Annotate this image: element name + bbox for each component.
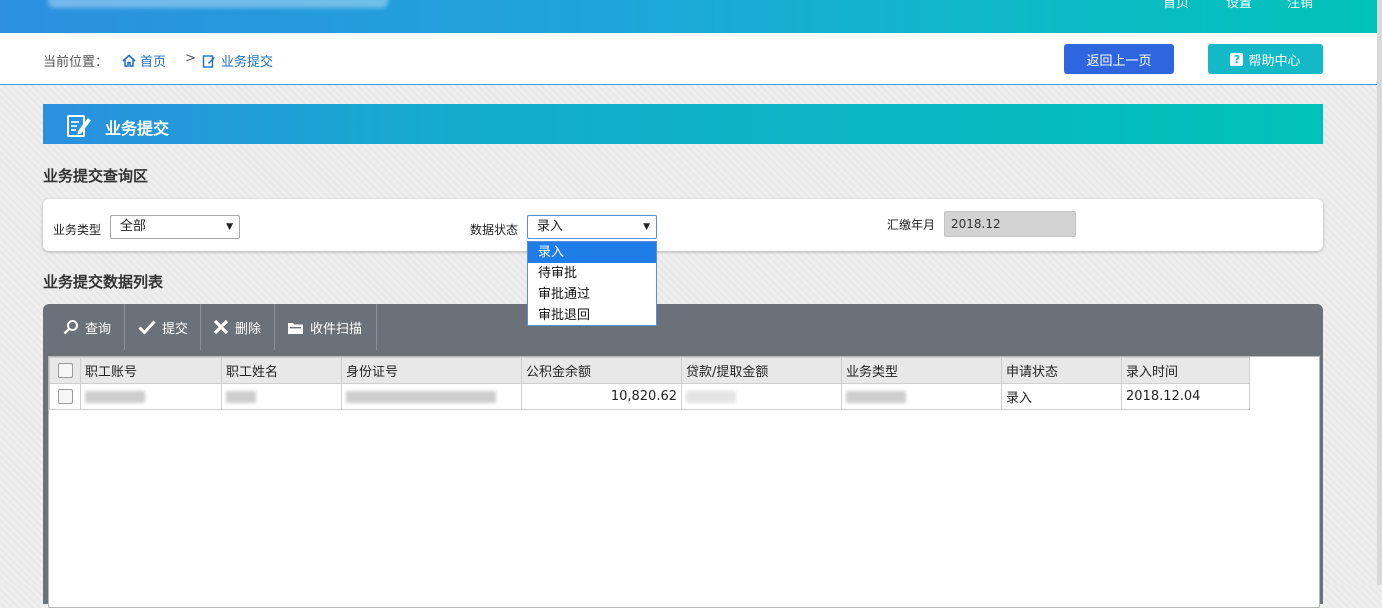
row-checkbox[interactable] xyxy=(57,389,73,404)
column-header[interactable]: 业务类型 xyxy=(841,357,1002,384)
help-icon: ? xyxy=(1230,52,1244,66)
panel-header: 业务提交 xyxy=(43,104,1323,144)
data-status-value: 录入 xyxy=(537,219,564,234)
query-button[interactable]: 查询 xyxy=(43,304,125,350)
delete-button-label: 删除 xyxy=(235,321,262,337)
table-header-row: 职工账号 职工姓名 身份证号 公积金余额 贷款/提取金额 业务类型 申请状态 录… xyxy=(49,357,1250,384)
table-row[interactable]: 10,820.62 录入 2018.12.04 xyxy=(49,383,1250,410)
search-icon xyxy=(63,320,78,335)
redacted-value xyxy=(85,390,145,403)
entry-time-cell: 2018.12.04 xyxy=(1121,383,1250,410)
home-icon xyxy=(122,54,136,67)
data-status-label: 数据状态 xyxy=(470,223,519,237)
loan-withdraw-cell xyxy=(681,383,842,410)
employee-name-cell xyxy=(221,383,342,410)
column-header[interactable]: 公积金余额 xyxy=(521,357,682,384)
business-type-label: 业务类型 xyxy=(53,223,102,237)
business-type-value: 全部 xyxy=(120,219,147,234)
select-all-cell xyxy=(49,357,81,384)
scan-receipt-button[interactable]: 收件扫描 xyxy=(275,304,377,350)
column-header[interactable]: 身份证号 xyxy=(341,357,522,384)
business-type-cell xyxy=(841,383,1002,410)
breadcrumb-separator: > xyxy=(185,51,196,66)
check-icon xyxy=(138,320,156,335)
data-grid-panel: 查询 提交 删除 收件扫描 职工账号 职工姓名 身份证号 公积金余额 贷款/提取… xyxy=(43,304,1323,608)
dropdown-option[interactable]: 待审批 xyxy=(528,263,656,284)
column-header[interactable]: 职工账号 xyxy=(80,357,222,384)
page-scrollbar[interactable] xyxy=(1377,0,1382,585)
column-header[interactable]: 职工姓名 xyxy=(221,357,342,384)
row-select-cell xyxy=(49,383,81,410)
breadcrumb-bar: 当前位置： 首页 > 业务提交 返回上一页 ? 帮助中心 xyxy=(0,33,1377,85)
redacted-value xyxy=(226,390,256,403)
dropdown-option[interactable]: 审批退回 xyxy=(528,305,656,326)
submit-button[interactable]: 提交 xyxy=(125,304,201,350)
redacted-value xyxy=(846,390,906,403)
nav-settings-link[interactable]: 设置 xyxy=(1226,0,1252,11)
delete-button[interactable]: 删除 xyxy=(201,304,275,350)
breadcrumb-home[interactable]: 首页 xyxy=(122,51,166,70)
scan-receipt-button-label: 收件扫描 xyxy=(310,321,363,337)
panel-title: 业务提交 xyxy=(105,119,170,138)
data-table-container: 职工账号 职工姓名 身份证号 公积金余额 贷款/提取金额 业务类型 申请状态 录… xyxy=(48,356,1320,608)
data-status-dropdown: 录入 待审批 审批通过 审批退回 xyxy=(527,241,657,326)
data-table: 职工账号 职工姓名 身份证号 公积金余额 贷款/提取金额 业务类型 申请状态 录… xyxy=(49,357,1250,410)
chevron-down-icon: ▼ xyxy=(643,222,650,232)
redacted-value xyxy=(346,390,496,403)
query-section-title: 业务提交查询区 xyxy=(43,167,149,185)
breadcrumb-current-label: 业务提交 xyxy=(221,55,274,70)
column-header[interactable]: 录入时间 xyxy=(1121,357,1250,384)
top-header-bar: 首页 设置 注销 xyxy=(0,0,1377,33)
apply-status-cell: 录入 xyxy=(1001,383,1122,410)
id-number-cell xyxy=(341,383,522,410)
select-all-checkbox[interactable] xyxy=(57,363,73,378)
chevron-down-icon: ▼ xyxy=(226,222,233,232)
help-center-button[interactable]: ? 帮助中心 xyxy=(1208,44,1323,74)
folder-icon xyxy=(288,322,303,334)
back-button[interactable]: 返回上一页 xyxy=(1064,44,1174,74)
dropdown-option[interactable]: 录入 xyxy=(528,242,656,263)
query-button-label: 查询 xyxy=(85,321,112,337)
breadcrumb-label: 当前位置： xyxy=(43,55,109,70)
year-month-label: 汇缴年月 xyxy=(887,218,936,232)
breadcrumb-current[interactable]: 业务提交 xyxy=(202,51,273,70)
query-filter-box: 业务类型 全部 ▼ 数据状态 录入 ▼ 汇缴年月 2018.12 xyxy=(43,199,1323,251)
nav-logout-link[interactable]: 注销 xyxy=(1287,0,1313,11)
help-center-label: 帮助中心 xyxy=(1248,53,1301,69)
close-icon xyxy=(213,319,229,335)
submit-button-label: 提交 xyxy=(162,321,189,337)
list-section-title: 业务提交数据列表 xyxy=(43,273,164,291)
column-header[interactable]: 申请状态 xyxy=(1001,357,1122,384)
redacted-value xyxy=(686,390,736,403)
column-header[interactable]: 贷款/提取金额 xyxy=(681,357,842,384)
employee-account-cell xyxy=(80,383,222,410)
data-status-select[interactable]: 录入 ▼ xyxy=(527,215,657,239)
breadcrumb-home-label: 首页 xyxy=(140,55,167,70)
edit-document-icon xyxy=(202,54,215,68)
business-type-select[interactable]: 全部 ▼ xyxy=(110,215,240,239)
edit-form-icon xyxy=(67,115,91,137)
nav-home-link[interactable]: 首页 xyxy=(1163,0,1189,11)
dropdown-option[interactable]: 审批通过 xyxy=(528,284,656,305)
balance-cell: 10,820.62 xyxy=(521,383,682,410)
year-month-field: 2018.12 xyxy=(944,211,1076,237)
app-logo-title xyxy=(48,0,388,8)
